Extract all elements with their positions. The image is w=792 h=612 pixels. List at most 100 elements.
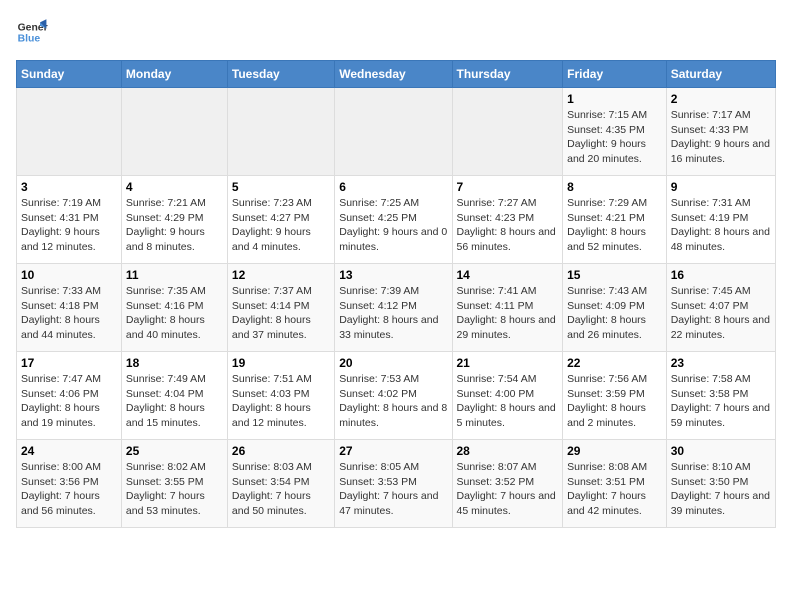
day-info: Sunrise: 7:41 AM Sunset: 4:11 PM Dayligh…: [457, 284, 559, 343]
day-cell: 13Sunrise: 7:39 AM Sunset: 4:12 PM Dayli…: [335, 264, 452, 352]
header-cell-sunday: Sunday: [17, 61, 122, 88]
day-cell: 29 Sunrise: 8:08 AM Sunset: 3:51 PM Dayli…: [563, 440, 667, 528]
day-cell: [452, 88, 563, 176]
day-info: Sunrise: 8:05 AM Sunset: 3:53 PM Dayligh…: [339, 460, 447, 519]
day-number: 9: [671, 180, 771, 194]
day-info: Sunrise: 8:08 AM Sunset: 3:51 PM Dayligh…: [567, 460, 662, 519]
day-cell: 26 Sunrise: 8:03 AM Sunset: 3:54 PM Dayli…: [227, 440, 334, 528]
day-info: Sunrise: 7:29 AM Sunset: 4:21 PM Dayligh…: [567, 196, 662, 255]
day-number: 15: [567, 268, 662, 282]
day-number: 17: [21, 356, 117, 370]
day-info: Sunrise: 8:07 AM Sunset: 3:52 PM Dayligh…: [457, 460, 559, 519]
logo: General Blue: [16, 16, 52, 48]
day-info: Sunrise: 7:19 AM Sunset: 4:31 PM Dayligh…: [21, 196, 117, 255]
day-cell: 10Sunrise: 7:33 AM Sunset: 4:18 PM Dayli…: [17, 264, 122, 352]
day-number: 3: [21, 180, 117, 194]
week-row-1: 1 Sunrise: 7:15 AM Sunset: 4:35 PM Daylig…: [17, 88, 776, 176]
day-info: Sunrise: 7:33 AM Sunset: 4:18 PM Dayligh…: [21, 284, 117, 343]
header-row: SundayMondayTuesdayWednesdayThursdayFrid…: [17, 61, 776, 88]
day-number: 20: [339, 356, 447, 370]
day-number: 29: [567, 444, 662, 458]
day-number: 16: [671, 268, 771, 282]
day-cell: 28 Sunrise: 8:07 AM Sunset: 3:52 PM Dayli…: [452, 440, 563, 528]
day-info: Sunrise: 7:23 AM Sunset: 4:27 PM Dayligh…: [232, 196, 330, 255]
week-row-5: 24 Sunrise: 8:00 AM Sunset: 3:56 PM Dayli…: [17, 440, 776, 528]
day-cell: 5 Sunrise: 7:23 AM Sunset: 4:27 PM Daylig…: [227, 176, 334, 264]
day-cell: 7 Sunrise: 7:27 AM Sunset: 4:23 PM Daylig…: [452, 176, 563, 264]
svg-text:Blue: Blue: [18, 34, 41, 45]
day-cell: 18Sunrise: 7:49 AM Sunset: 4:04 PM Dayli…: [121, 352, 227, 440]
day-cell: 4 Sunrise: 7:21 AM Sunset: 4:29 PM Daylig…: [121, 176, 227, 264]
day-cell: 21 Sunrise: 7:54 AM Sunset: 4:00 PM Dayli…: [452, 352, 563, 440]
day-number: 8: [567, 180, 662, 194]
day-number: 24: [21, 444, 117, 458]
day-cell: 2 Sunrise: 7:17 AM Sunset: 4:33 PM Daylig…: [666, 88, 775, 176]
day-number: 6: [339, 180, 447, 194]
day-cell: 17 Sunrise: 7:47 AM Sunset: 4:06 PM Dayli…: [17, 352, 122, 440]
day-cell: [17, 88, 122, 176]
day-cell: 16 Sunrise: 7:45 AM Sunset: 4:07 PM Dayli…: [666, 264, 775, 352]
day-cell: 24 Sunrise: 8:00 AM Sunset: 3:56 PM Dayli…: [17, 440, 122, 528]
day-number: 28: [457, 444, 559, 458]
day-cell: 14 Sunrise: 7:41 AM Sunset: 4:11 PM Dayli…: [452, 264, 563, 352]
day-info: Sunrise: 7:37 AM Sunset: 4:14 PM Dayligh…: [232, 284, 330, 343]
day-info: Sunrise: 7:58 AM Sunset: 3:58 PM Dayligh…: [671, 372, 771, 431]
day-cell: 11 Sunrise: 7:35 AM Sunset: 4:16 PM Dayli…: [121, 264, 227, 352]
day-number: 2: [671, 92, 771, 106]
day-info: Sunrise: 8:10 AM Sunset: 3:50 PM Dayligh…: [671, 460, 771, 519]
day-number: 18: [126, 356, 223, 370]
day-cell: 6Sunrise: 7:25 AM Sunset: 4:25 PM Daylig…: [335, 176, 452, 264]
day-info: Sunrise: 7:17 AM Sunset: 4:33 PM Dayligh…: [671, 108, 771, 167]
day-number: 21: [457, 356, 559, 370]
day-info: Sunrise: 7:45 AM Sunset: 4:07 PM Dayligh…: [671, 284, 771, 343]
day-info: Sunrise: 7:43 AM Sunset: 4:09 PM Dayligh…: [567, 284, 662, 343]
day-info: Sunrise: 7:54 AM Sunset: 4:00 PM Dayligh…: [457, 372, 559, 431]
day-info: Sunrise: 7:56 AM Sunset: 3:59 PM Dayligh…: [567, 372, 662, 431]
day-number: 30: [671, 444, 771, 458]
day-info: Sunrise: 7:35 AM Sunset: 4:16 PM Dayligh…: [126, 284, 223, 343]
day-cell: 8 Sunrise: 7:29 AM Sunset: 4:21 PM Daylig…: [563, 176, 667, 264]
day-cell: 9 Sunrise: 7:31 AM Sunset: 4:19 PM Daylig…: [666, 176, 775, 264]
day-info: Sunrise: 7:15 AM Sunset: 4:35 PM Dayligh…: [567, 108, 662, 167]
day-cell: 20Sunrise: 7:53 AM Sunset: 4:02 PM Dayli…: [335, 352, 452, 440]
day-number: 14: [457, 268, 559, 282]
day-info: Sunrise: 8:00 AM Sunset: 3:56 PM Dayligh…: [21, 460, 117, 519]
day-number: 5: [232, 180, 330, 194]
day-info: Sunrise: 7:47 AM Sunset: 4:06 PM Dayligh…: [21, 372, 117, 431]
day-number: 12: [232, 268, 330, 282]
header-cell-friday: Friday: [563, 61, 667, 88]
header-cell-saturday: Saturday: [666, 61, 775, 88]
day-number: 4: [126, 180, 223, 194]
header-cell-wednesday: Wednesday: [335, 61, 452, 88]
header-cell-monday: Monday: [121, 61, 227, 88]
day-cell: [121, 88, 227, 176]
day-cell: 1 Sunrise: 7:15 AM Sunset: 4:35 PM Daylig…: [563, 88, 667, 176]
day-info: Sunrise: 7:31 AM Sunset: 4:19 PM Dayligh…: [671, 196, 771, 255]
day-number: 19: [232, 356, 330, 370]
day-info: Sunrise: 7:51 AM Sunset: 4:03 PM Dayligh…: [232, 372, 330, 431]
header-cell-tuesday: Tuesday: [227, 61, 334, 88]
calendar-table: SundayMondayTuesdayWednesdayThursdayFrid…: [16, 60, 776, 528]
day-cell: 22Sunrise: 7:56 AM Sunset: 3:59 PM Dayli…: [563, 352, 667, 440]
day-info: Sunrise: 7:27 AM Sunset: 4:23 PM Dayligh…: [457, 196, 559, 255]
day-cell: 23Sunrise: 7:58 AM Sunset: 3:58 PM Dayli…: [666, 352, 775, 440]
day-cell: 19 Sunrise: 7:51 AM Sunset: 4:03 PM Dayli…: [227, 352, 334, 440]
day-number: 25: [126, 444, 223, 458]
day-cell: [227, 88, 334, 176]
week-row-4: 17 Sunrise: 7:47 AM Sunset: 4:06 PM Dayli…: [17, 352, 776, 440]
day-number: 7: [457, 180, 559, 194]
day-cell: 30 Sunrise: 8:10 AM Sunset: 3:50 PM Dayli…: [666, 440, 775, 528]
day-cell: 25Sunrise: 8:02 AM Sunset: 3:55 PM Dayli…: [121, 440, 227, 528]
day-number: 27: [339, 444, 447, 458]
day-number: 11: [126, 268, 223, 282]
week-row-3: 10Sunrise: 7:33 AM Sunset: 4:18 PM Dayli…: [17, 264, 776, 352]
day-cell: 12 Sunrise: 7:37 AM Sunset: 4:14 PM Dayli…: [227, 264, 334, 352]
day-info: Sunrise: 8:03 AM Sunset: 3:54 PM Dayligh…: [232, 460, 330, 519]
day-info: Sunrise: 7:39 AM Sunset: 4:12 PM Dayligh…: [339, 284, 447, 343]
day-cell: 27 Sunrise: 8:05 AM Sunset: 3:53 PM Dayli…: [335, 440, 452, 528]
day-number: 26: [232, 444, 330, 458]
day-cell: 3 Sunrise: 7:19 AM Sunset: 4:31 PM Daylig…: [17, 176, 122, 264]
day-number: 1: [567, 92, 662, 106]
day-info: Sunrise: 7:21 AM Sunset: 4:29 PM Dayligh…: [126, 196, 223, 255]
week-row-2: 3 Sunrise: 7:19 AM Sunset: 4:31 PM Daylig…: [17, 176, 776, 264]
